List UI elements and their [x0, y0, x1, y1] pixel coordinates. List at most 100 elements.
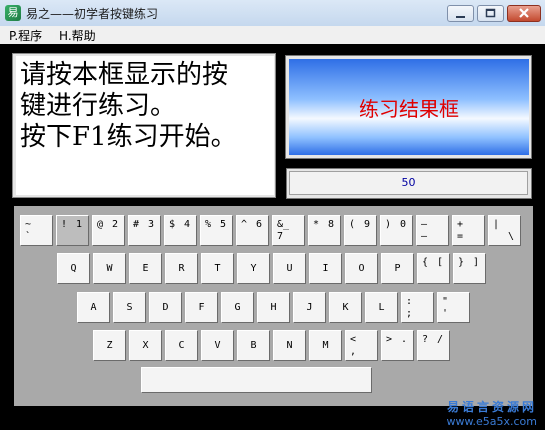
key-legend: B [250, 340, 257, 351]
key-row4-7[interactable]: <, [345, 330, 378, 361]
menu-bar: P.程序 H.帮助 [0, 26, 545, 44]
watermark-line-2: www.e5a5x.com [446, 415, 537, 428]
key-legend: > [386, 334, 393, 345]
key-row1-3[interactable]: #3 [128, 215, 161, 246]
key-row2-9[interactable]: P [381, 253, 414, 284]
key-legend: ( [349, 219, 356, 230]
key-legend: D [162, 302, 169, 313]
key-row3-5[interactable]: H [257, 292, 290, 323]
key-row1-5[interactable]: % 5 [200, 215, 233, 246]
key-legend: , [350, 346, 357, 357]
key-row2-4[interactable]: T [201, 253, 234, 284]
key-legend: ; [406, 308, 413, 319]
key-legend: ? [422, 334, 429, 345]
key-legend: 8 [328, 219, 335, 230]
title-bar: 易 易之——初学者按键练习 [0, 0, 545, 27]
key-row3-7[interactable]: K [329, 292, 362, 323]
key-row4-4[interactable]: B [237, 330, 270, 361]
key-row1-12[interactable]: + = [452, 215, 485, 246]
key-row1-4[interactable]: $4 [164, 215, 197, 246]
menu-program[interactable]: P.程序 [9, 27, 42, 44]
key-row3-1[interactable]: S [113, 292, 146, 323]
key-legend: ` [25, 231, 32, 242]
key-row3-4[interactable]: G [221, 292, 254, 323]
key-row2-8[interactable]: O [345, 253, 378, 284]
key-row4-6[interactable]: M [309, 330, 342, 361]
key-row2-10[interactable]: {[ [417, 253, 450, 284]
key-legend: H [270, 302, 277, 313]
key-legend: P [394, 263, 401, 274]
instruction-box: 请按本框显示的按 键进行练习。 按下F1练习开始。 [16, 56, 274, 195]
key-row1-0[interactable]: ~ ` [20, 215, 53, 246]
key-legend: # [133, 219, 140, 230]
key-legend: } [458, 257, 465, 268]
minimize-icon [456, 16, 465, 18]
key-legend: Y [250, 263, 257, 274]
key-row1-13[interactable]: | \ [488, 215, 521, 246]
menu-help[interactable]: H.帮助 [59, 27, 96, 44]
key-row3-8[interactable]: L [365, 292, 398, 323]
key-row1-9[interactable]: (9 [344, 215, 377, 246]
key-row3-0[interactable]: A [77, 292, 110, 323]
key-row3-6[interactable]: J [293, 292, 326, 323]
key-row1-2[interactable]: @2 [92, 215, 125, 246]
key-legend: 3 [148, 219, 155, 230]
minimize-button[interactable] [447, 5, 474, 22]
key-legend: G [234, 302, 241, 313]
key-legend: V [214, 340, 221, 351]
key-legend: L [378, 302, 385, 313]
key-legend: A [90, 302, 97, 313]
key-row3-2[interactable]: D [149, 292, 182, 323]
key-row3-10[interactable]: " ' [437, 292, 470, 323]
key-legend: X [142, 340, 149, 351]
key-row1-6[interactable]: ^ 6 [236, 215, 269, 246]
result-label: 练习结果框 [359, 96, 459, 121]
key-row4-8[interactable]: >. [381, 330, 414, 361]
key-row4-3[interactable]: V [201, 330, 234, 361]
key-legend: { [422, 257, 429, 268]
key-row2-0[interactable]: Q [57, 253, 90, 284]
key-legend: % [205, 219, 212, 230]
close-button[interactable] [507, 5, 541, 22]
key-row4-0[interactable]: Z [93, 330, 126, 361]
key-row2-3[interactable]: R [165, 253, 198, 284]
key-legend: C [178, 340, 185, 351]
key-legend: Q [70, 263, 77, 274]
key-row1-10[interactable]: ) 0 [380, 215, 413, 246]
key-row3-9[interactable]: :; [401, 292, 434, 323]
key-row2-7[interactable]: I [309, 253, 342, 284]
key-legend: – [421, 231, 428, 242]
key-row1-7[interactable]: &_ 7 [272, 215, 305, 246]
maximize-button[interactable] [477, 5, 504, 22]
key-row2-1[interactable]: W [93, 253, 126, 284]
key-legend: ] [473, 257, 480, 268]
key-legend: 9 [364, 219, 371, 230]
key-row4-1[interactable]: X [129, 330, 162, 361]
key-row2-6[interactable]: U [273, 253, 306, 284]
key-legend: 1 [76, 219, 83, 230]
key-row2-2[interactable]: E [129, 253, 162, 284]
key-space-null[interactable] [141, 367, 372, 393]
key-legend: — [421, 219, 428, 230]
key-legend: [ [437, 257, 444, 268]
key-row4-9[interactable]: ? / [417, 330, 450, 361]
instruction-line-2: 键进行练习。 [20, 91, 177, 121]
key-row1-8[interactable]: * 8 [308, 215, 341, 246]
window-title: 易之——初学者按键练习 [26, 7, 159, 21]
key-row4-2[interactable]: C [165, 330, 198, 361]
key-row2-5[interactable]: Y [237, 253, 270, 284]
key-legend: N [286, 340, 293, 351]
key-row4-5[interactable]: N [273, 330, 306, 361]
watermark-line-1: 易语言资源网 [446, 400, 537, 414]
key-row2-11[interactable]: }] [453, 253, 486, 284]
key-row1-1[interactable]: ! 1 [56, 215, 89, 246]
key-legend: &_ [277, 219, 290, 230]
key-legend: 0 [400, 219, 407, 230]
key-legend: I [322, 263, 329, 274]
key-row1-11[interactable]: — – [416, 215, 449, 246]
key-legend: R [178, 263, 185, 274]
key-legend: J [306, 302, 313, 313]
key-legend: 5 [220, 219, 227, 230]
key-legend: M [322, 340, 329, 351]
key-row3-3[interactable]: F [185, 292, 218, 323]
